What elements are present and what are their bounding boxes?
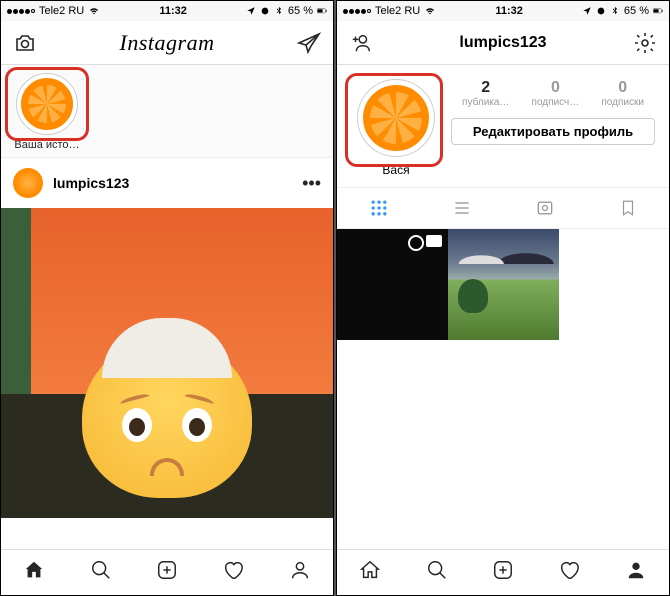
tab-tagged[interactable]: [503, 188, 586, 228]
nav-add-icon[interactable]: [492, 559, 514, 586]
feed-screen: Tele2 RU 11:32 65 % Instagram Ваша исто…: [0, 0, 334, 596]
stat-following[interactable]: 0 подписки: [601, 79, 644, 108]
tab-list[interactable]: [420, 188, 503, 228]
nav-activity-icon[interactable]: [558, 559, 580, 586]
orange-avatar-icon: [21, 78, 73, 130]
profile-display-name: Вася: [351, 163, 441, 177]
profile-info: Вася 2 публика… 0 подписч… 0 подписки Ре…: [337, 65, 669, 187]
location-arrow-icon: [246, 6, 256, 16]
profile-screen: Tele2 RU 11:32 65 % lumpics123 Вася: [336, 0, 670, 596]
wifi-icon: [424, 5, 436, 17]
post-header: lumpics123 •••: [1, 158, 333, 208]
carrier-label: Tele2 RU: [39, 5, 84, 17]
bottom-nav: [1, 549, 333, 595]
battery-icon: [653, 6, 663, 16]
nav-activity-icon[interactable]: [222, 559, 244, 586]
edit-profile-button[interactable]: Редактировать профиль: [451, 118, 655, 145]
status-time: 11:32: [495, 5, 523, 17]
status-bar: Tele2 RU 11:32 65 %: [1, 1, 333, 21]
instagram-logo: Instagram: [120, 30, 215, 56]
discover-people-icon[interactable]: [349, 31, 373, 55]
stories-tray: Ваша исто…: [1, 65, 333, 158]
profile-avatar-block[interactable]: Вася: [351, 79, 441, 177]
tab-grid[interactable]: [337, 188, 420, 228]
carrier-label: Tele2 RU: [375, 5, 420, 17]
bluetooth-icon: [274, 6, 284, 16]
your-story-label: Ваша исто…: [11, 139, 83, 151]
posts-grid: [337, 229, 669, 340]
post-thumbnail[interactable]: [448, 229, 559, 340]
stat-posts[interactable]: 2 публика…: [462, 79, 509, 108]
profile-stats: 2 публика… 0 подписч… 0 подписки Редакти…: [441, 79, 655, 177]
nav-home-icon[interactable]: [23, 559, 45, 586]
status-left: Tele2 RU: [7, 5, 100, 17]
post-avatar[interactable]: [13, 168, 43, 198]
tab-saved[interactable]: [586, 188, 669, 228]
battery-percent: 65 %: [624, 5, 649, 17]
battery-icon: [317, 6, 327, 16]
signal-dots-icon: [343, 9, 371, 14]
bottom-nav: [337, 549, 669, 595]
status-time: 11:32: [159, 5, 187, 17]
location-arrow-icon: [582, 6, 592, 16]
profile-title[interactable]: lumpics123: [459, 34, 546, 52]
nav-search-icon[interactable]: [426, 559, 448, 586]
orange-avatar-icon: [363, 85, 429, 151]
nav-add-icon[interactable]: [156, 559, 178, 586]
post-more-icon[interactable]: •••: [302, 173, 321, 194]
post-image[interactable]: [1, 208, 333, 518]
feed-header-bar: Instagram: [1, 21, 333, 65]
nav-profile-icon[interactable]: [625, 559, 647, 586]
camera-icon[interactable]: [13, 31, 37, 55]
alarm-icon: [596, 6, 606, 16]
profile-header-bar: lumpics123: [337, 21, 669, 65]
status-bar: Tele2 RU 11:32 65 %: [337, 1, 669, 21]
nav-profile-icon[interactable]: [289, 559, 311, 586]
battery-percent: 65 %: [288, 5, 313, 17]
profile-tabs: [337, 187, 669, 229]
bluetooth-icon: [610, 6, 620, 16]
nav-home-icon[interactable]: [359, 559, 381, 586]
signal-dots-icon: [7, 9, 35, 14]
status-right: 65 %: [246, 5, 327, 17]
alarm-icon: [260, 6, 270, 16]
nav-search-icon[interactable]: [90, 559, 112, 586]
post-username[interactable]: lumpics123: [53, 175, 292, 191]
stat-followers[interactable]: 0 подписч…: [532, 79, 580, 108]
direct-icon[interactable]: [297, 31, 321, 55]
wifi-icon: [88, 5, 100, 17]
your-story-item[interactable]: Ваша исто…: [11, 73, 83, 151]
post-thumbnail[interactable]: [337, 229, 448, 340]
settings-gear-icon[interactable]: [633, 31, 657, 55]
